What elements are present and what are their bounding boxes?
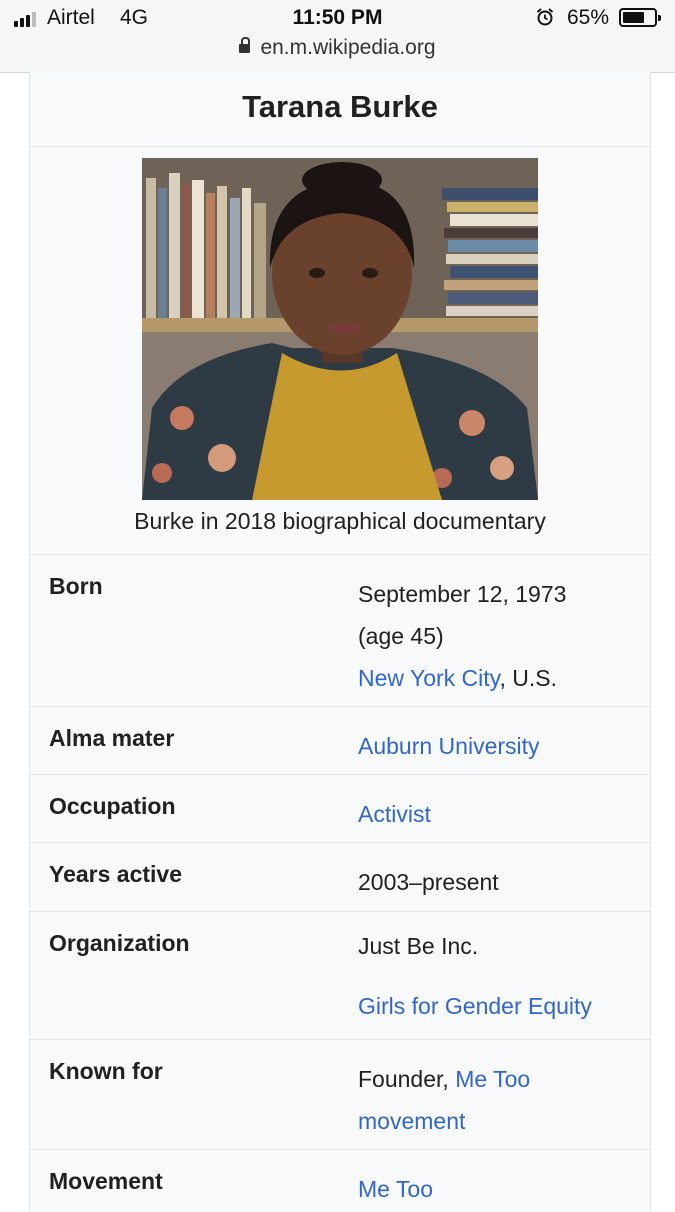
alma-mater-label: Alma mater bbox=[49, 725, 175, 751]
infobox: Tarana Burke Burke in 2018 biographical … bbox=[29, 72, 651, 1212]
organization-label: Organization bbox=[49, 930, 190, 956]
age: (age 45) bbox=[358, 623, 444, 649]
girls-for-gender-equity-link[interactable]: Girls for Gender Equity bbox=[358, 993, 592, 1019]
lock-icon bbox=[239, 37, 251, 53]
new-york-city-link[interactable]: New York City bbox=[358, 665, 499, 691]
years-active-value: 2003–present bbox=[358, 869, 499, 895]
status-bar: Airtel 4G 11:50 PM 65% en.m.wikipedia.or… bbox=[0, 0, 675, 73]
battery-icon bbox=[619, 8, 661, 27]
known-for-prefix: Founder, bbox=[358, 1066, 456, 1092]
portrait-photo[interactable] bbox=[142, 158, 538, 500]
infobox-row-alma-mater: Alma mater Auburn University bbox=[30, 706, 650, 774]
birth-date: September 12, 1973 bbox=[358, 581, 567, 607]
address-bar[interactable]: en.m.wikipedia.org bbox=[0, 36, 675, 60]
years-active-label: Years active bbox=[49, 861, 183, 887]
infobox-row-born: Born September 12, 1973 (age 45) New Yor… bbox=[30, 554, 650, 706]
known-for-label: Known for bbox=[49, 1058, 163, 1084]
born-value: September 12, 1973 (age 45) New York Cit… bbox=[358, 573, 566, 699]
infobox-row-years-active: Years active 2003–present bbox=[30, 842, 650, 911]
born-label: Born bbox=[49, 573, 103, 599]
auburn-university-link[interactable]: Auburn University bbox=[358, 733, 540, 759]
infobox-row-known-for: Known for Founder, Me Too movement bbox=[30, 1039, 650, 1149]
just-be-inc: Just Be Inc. bbox=[358, 933, 479, 959]
infobox-row-movement: Movement Me Too bbox=[30, 1149, 650, 1212]
known-for-value: Founder, Me Too movement bbox=[358, 1058, 530, 1142]
organization-value: Just Be Inc. Girls for Gender Equity bbox=[358, 916, 592, 1036]
infobox-row-organization: Organization Just Be Inc. Girls for Gend… bbox=[30, 911, 650, 1039]
url-text: en.m.wikipedia.org bbox=[260, 36, 436, 59]
birth-place-suffix: , U.S. bbox=[499, 665, 557, 691]
alarm-icon bbox=[536, 8, 554, 26]
battery-percent: 65% bbox=[567, 6, 610, 29]
me-too-link[interactable]: Me Too bbox=[358, 1176, 433, 1202]
me-too-movement-link[interactable]: Me Too bbox=[455, 1066, 530, 1092]
occupation-label: Occupation bbox=[49, 793, 176, 819]
me-too-movement-link-cont[interactable]: movement bbox=[358, 1108, 465, 1134]
infobox-title: Tarana Burke bbox=[30, 72, 650, 147]
movement-label: Movement bbox=[49, 1168, 163, 1194]
infobox-row-occupation: Occupation Activist bbox=[30, 774, 650, 842]
image-caption: Burke in 2018 biographical documentary bbox=[134, 508, 546, 534]
activist-link[interactable]: Activist bbox=[358, 801, 431, 827]
